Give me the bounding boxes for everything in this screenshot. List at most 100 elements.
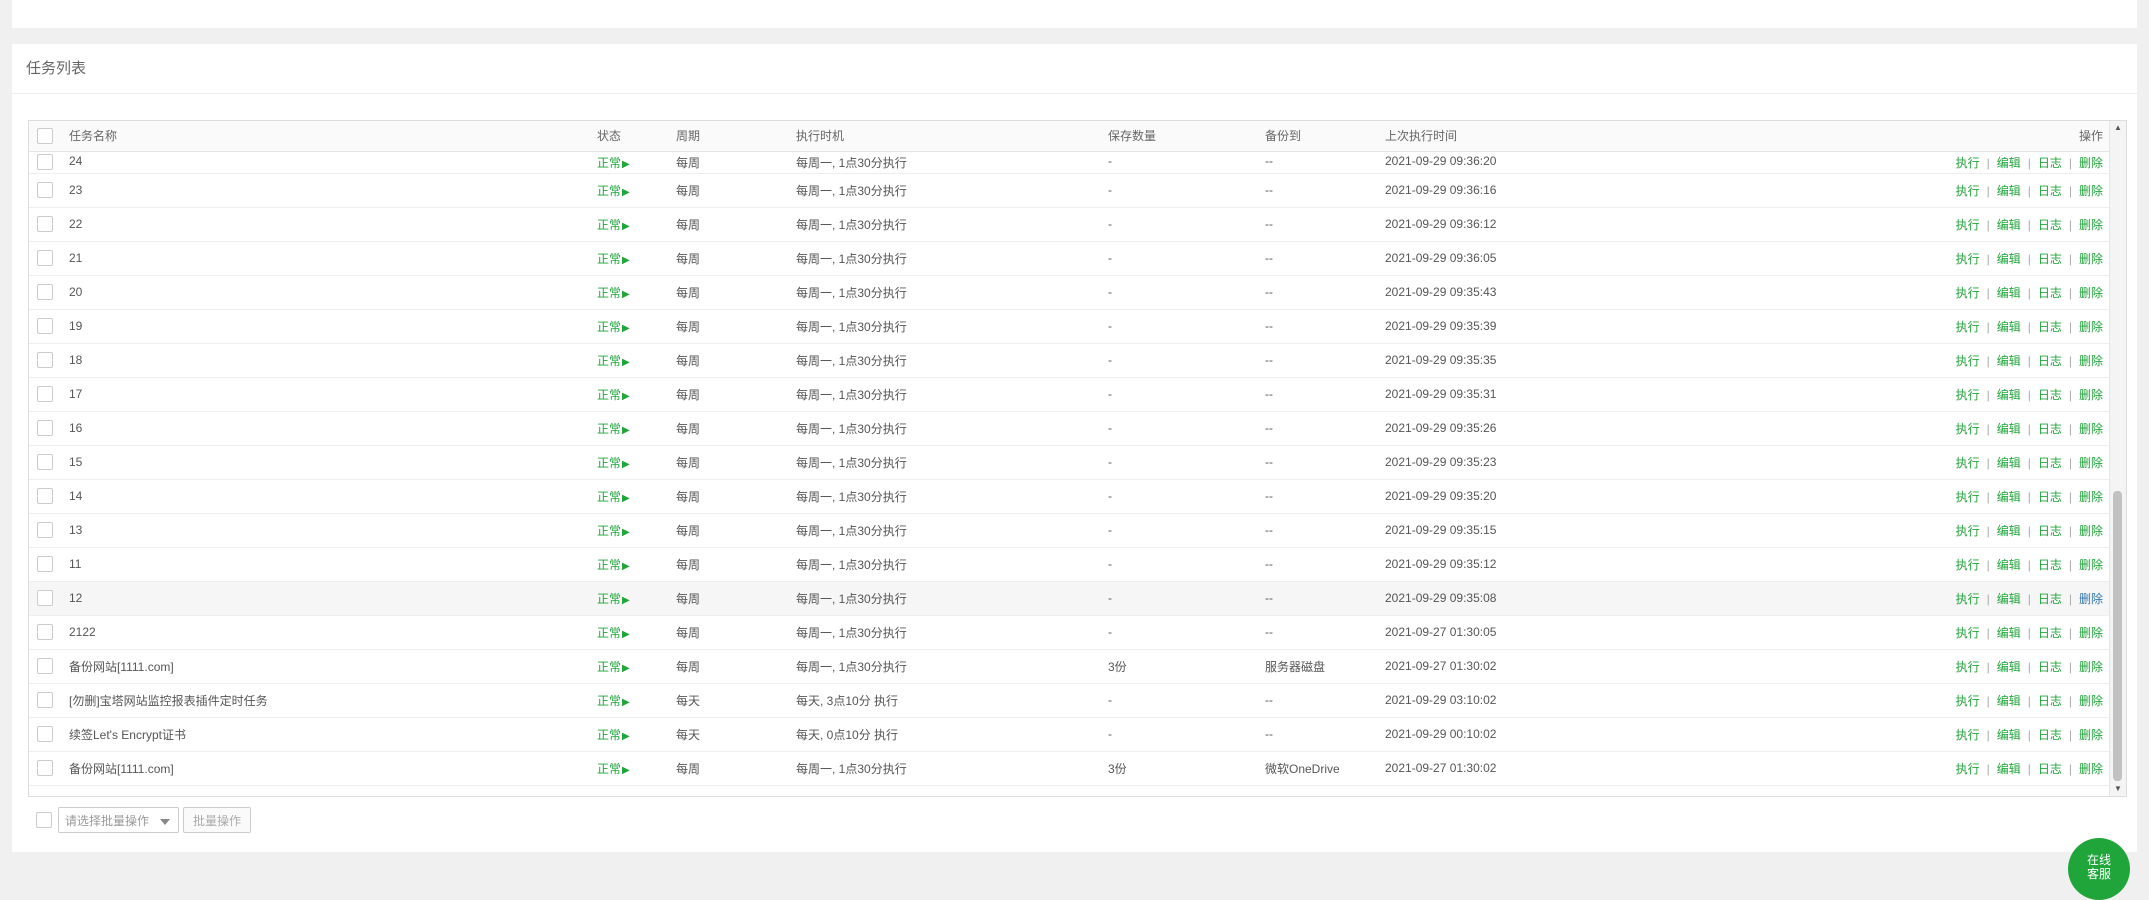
play-icon[interactable]: ▶ [622, 595, 630, 606]
delete-link[interactable]: 删除 [2079, 592, 2103, 606]
row-checkbox-cell[interactable] [29, 683, 69, 717]
status-cell[interactable]: 正常▶ [597, 683, 676, 717]
delete-link[interactable]: 删除 [2079, 422, 2103, 436]
log-link[interactable]: 日志 [2038, 456, 2062, 470]
edit-link[interactable]: 编辑 [1997, 252, 2021, 266]
execute-link[interactable]: 执行 [1956, 694, 1980, 708]
log-link[interactable]: 日志 [2038, 156, 2062, 170]
row-checkbox[interactable] [37, 250, 53, 266]
row-checkbox[interactable] [37, 658, 53, 674]
play-icon[interactable]: ▶ [622, 459, 630, 470]
edit-link[interactable]: 编辑 [1997, 524, 2021, 538]
log-link[interactable]: 日志 [2038, 252, 2062, 266]
row-checkbox[interactable] [37, 556, 53, 572]
edit-link[interactable]: 编辑 [1997, 694, 2021, 708]
execute-link[interactable]: 执行 [1956, 728, 1980, 742]
play-icon[interactable]: ▶ [622, 731, 630, 742]
row-checkbox-cell[interactable] [29, 411, 69, 445]
play-icon[interactable]: ▶ [622, 221, 630, 232]
status-cell[interactable]: 正常▶ [597, 581, 676, 615]
edit-link[interactable]: 编辑 [1997, 286, 2021, 300]
execute-link[interactable]: 执行 [1956, 626, 1980, 640]
execute-link[interactable]: 执行 [1956, 388, 1980, 402]
delete-link[interactable]: 删除 [2079, 490, 2103, 504]
execute-link[interactable]: 执行 [1956, 184, 1980, 198]
execute-link[interactable]: 执行 [1956, 156, 1980, 170]
status-cell[interactable]: 正常▶ [597, 615, 676, 649]
row-checkbox-cell[interactable] [29, 615, 69, 649]
status-label[interactable]: 正常 [597, 762, 621, 776]
log-link[interactable]: 日志 [2038, 660, 2062, 674]
log-link[interactable]: 日志 [2038, 694, 2062, 708]
delete-link[interactable]: 删除 [2079, 156, 2103, 170]
log-link[interactable]: 日志 [2038, 286, 2062, 300]
row-checkbox-cell[interactable] [29, 377, 69, 411]
edit-link[interactable]: 编辑 [1997, 456, 2021, 470]
batch-operation-select[interactable]: 请选择批量操作 [58, 807, 179, 833]
row-checkbox-cell[interactable] [29, 717, 69, 751]
edit-link[interactable]: 编辑 [1997, 728, 2021, 742]
status-cell[interactable]: 正常▶ [597, 309, 676, 343]
play-icon[interactable]: ▶ [622, 765, 630, 776]
row-checkbox[interactable] [37, 153, 53, 170]
scroll-down-icon[interactable]: ▼ [2110, 782, 2126, 796]
delete-link[interactable]: 删除 [2079, 762, 2103, 776]
row-checkbox[interactable] [37, 522, 53, 538]
execute-link[interactable]: 执行 [1956, 524, 1980, 538]
row-checkbox[interactable] [37, 420, 53, 436]
log-link[interactable]: 日志 [2038, 524, 2062, 538]
status-label[interactable]: 正常 [597, 694, 621, 708]
header-select-all[interactable] [29, 121, 69, 152]
row-checkbox[interactable] [37, 760, 53, 776]
delete-link[interactable]: 删除 [2079, 728, 2103, 742]
select-all-checkbox[interactable] [37, 127, 53, 144]
play-icon[interactable]: ▶ [622, 289, 630, 300]
status-label[interactable]: 正常 [597, 354, 621, 368]
play-icon[interactable]: ▶ [622, 391, 630, 402]
play-icon[interactable]: ▶ [622, 159, 630, 170]
row-checkbox-cell[interactable] [29, 343, 69, 377]
log-link[interactable]: 日志 [2038, 558, 2062, 572]
status-cell[interactable]: 正常▶ [597, 275, 676, 309]
execute-link[interactable]: 执行 [1956, 286, 1980, 300]
status-label[interactable]: 正常 [597, 626, 621, 640]
status-label[interactable]: 正常 [597, 422, 621, 436]
status-cell[interactable]: 正常▶ [597, 479, 676, 513]
status-label[interactable]: 正常 [597, 286, 621, 300]
execute-link[interactable]: 执行 [1956, 592, 1980, 606]
status-label[interactable]: 正常 [597, 252, 621, 266]
edit-link[interactable]: 编辑 [1997, 320, 2021, 334]
play-icon[interactable]: ▶ [622, 357, 630, 368]
row-checkbox[interactable] [37, 352, 53, 368]
row-checkbox-cell[interactable] [29, 581, 69, 615]
status-label[interactable]: 正常 [597, 490, 621, 504]
status-label[interactable]: 正常 [597, 524, 621, 538]
row-checkbox-cell[interactable] [29, 241, 69, 275]
edit-link[interactable]: 编辑 [1997, 558, 2021, 572]
row-checkbox-cell[interactable] [29, 275, 69, 309]
edit-link[interactable]: 编辑 [1997, 156, 2021, 170]
play-icon[interactable]: ▶ [622, 493, 630, 504]
status-cell[interactable]: 正常▶ [597, 411, 676, 445]
status-cell[interactable]: 正常▶ [597, 377, 676, 411]
play-icon[interactable]: ▶ [622, 255, 630, 266]
execute-link[interactable]: 执行 [1956, 660, 1980, 674]
log-link[interactable]: 日志 [2038, 218, 2062, 232]
delete-link[interactable]: 删除 [2079, 320, 2103, 334]
log-link[interactable]: 日志 [2038, 626, 2062, 640]
row-checkbox-cell[interactable] [29, 649, 69, 683]
execute-link[interactable]: 执行 [1956, 320, 1980, 334]
execute-link[interactable]: 执行 [1956, 422, 1980, 436]
status-cell[interactable]: 正常▶ [597, 173, 676, 207]
status-label[interactable]: 正常 [597, 184, 621, 198]
row-checkbox-cell[interactable] [29, 479, 69, 513]
status-cell[interactable]: 正常▶ [597, 547, 676, 581]
delete-link[interactable]: 删除 [2079, 218, 2103, 232]
log-link[interactable]: 日志 [2038, 592, 2062, 606]
row-checkbox[interactable] [37, 454, 53, 470]
status-label[interactable]: 正常 [597, 388, 621, 402]
status-cell[interactable]: 正常▶ [597, 717, 676, 751]
delete-link[interactable]: 删除 [2079, 660, 2103, 674]
row-checkbox[interactable] [37, 318, 53, 334]
log-link[interactable]: 日志 [2038, 388, 2062, 402]
